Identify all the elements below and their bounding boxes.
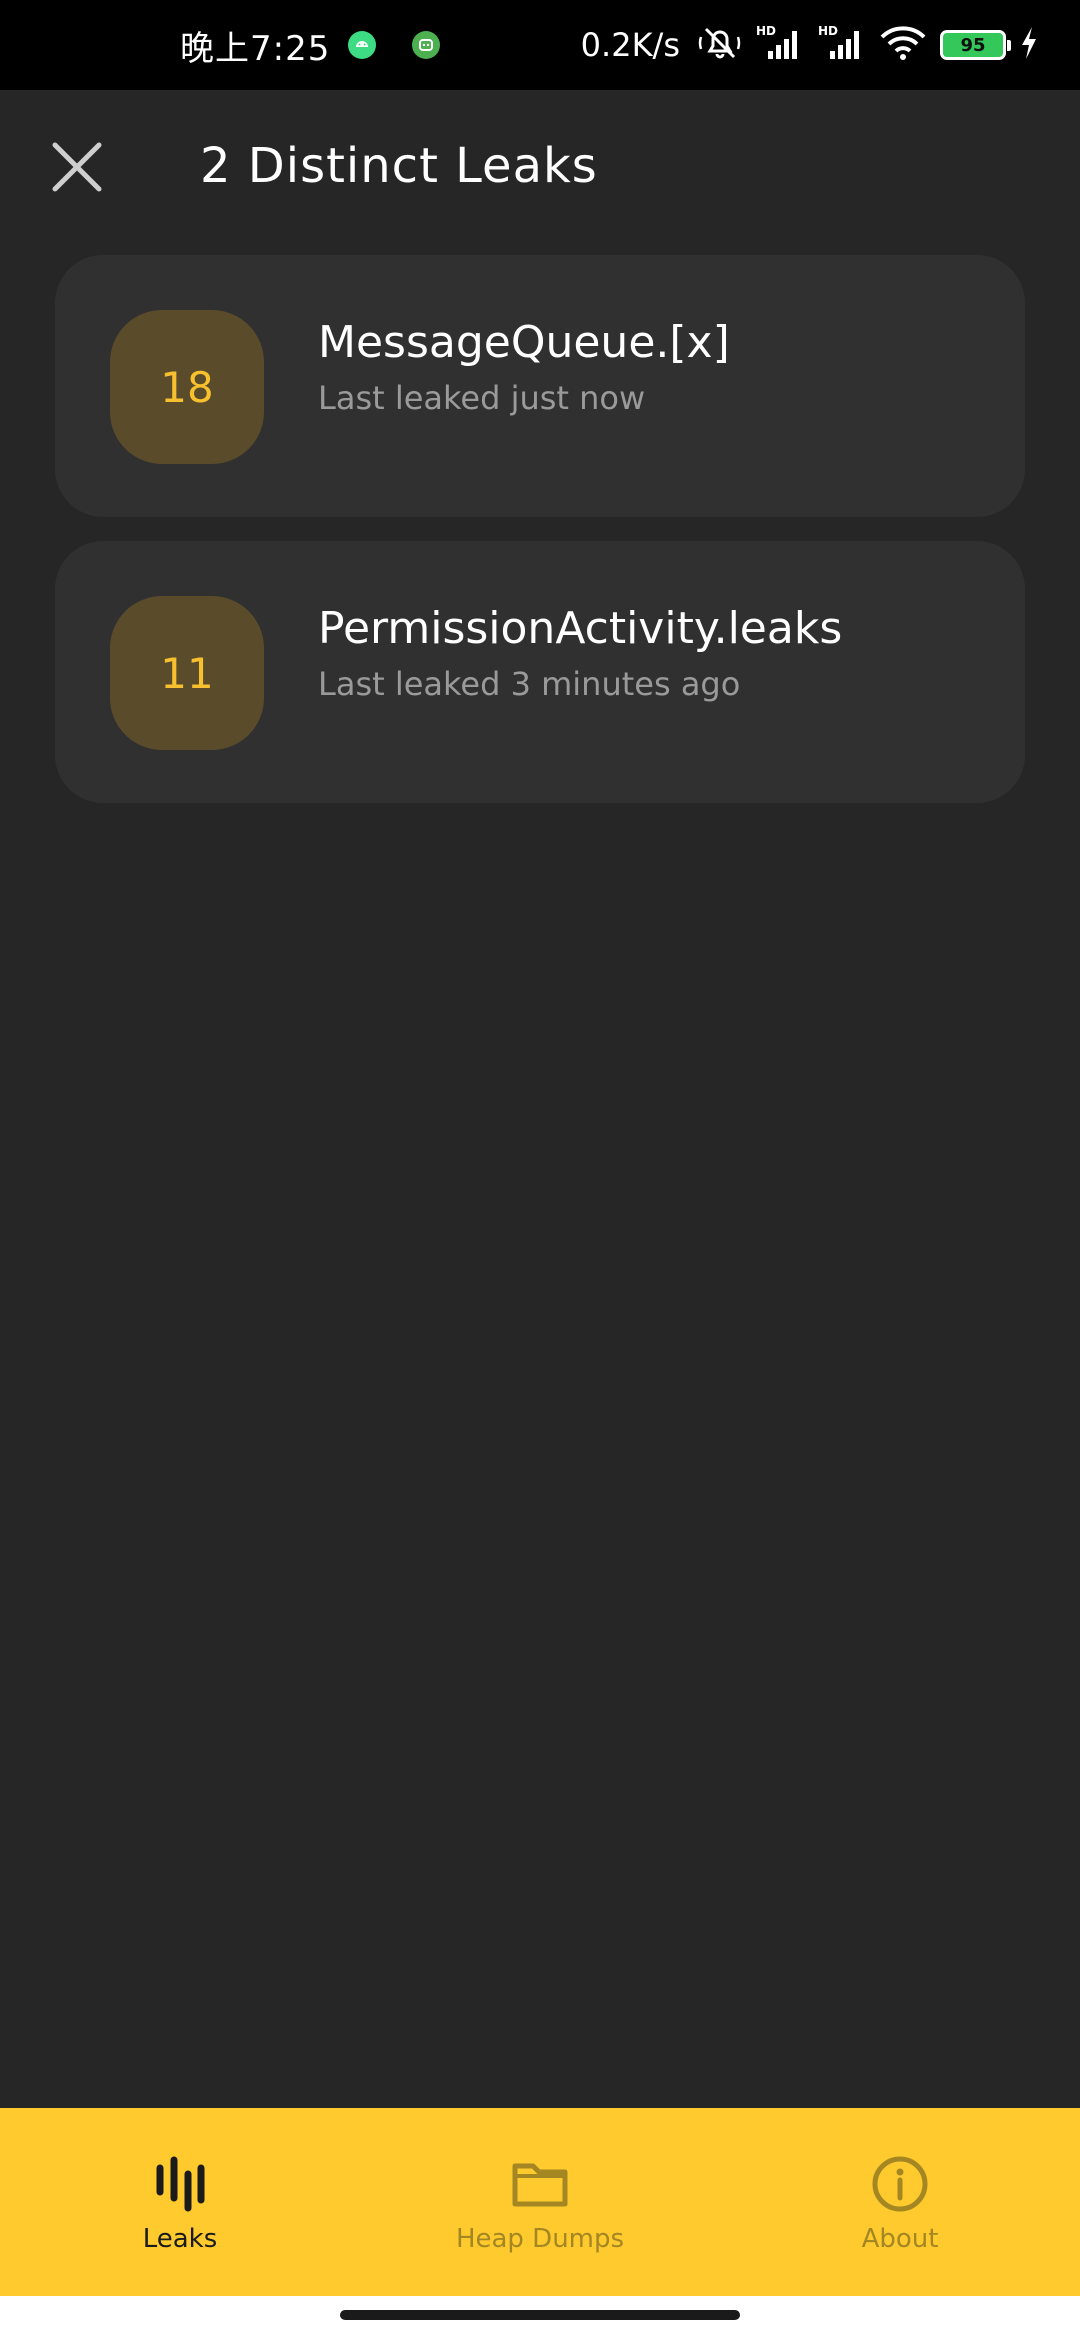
hd-signal-icon: HD bbox=[816, 23, 866, 67]
app-icon bbox=[412, 31, 441, 59]
leak-subtitle: Last leaked just now bbox=[318, 379, 646, 417]
close-button[interactable] bbox=[40, 130, 114, 204]
nav-label-heap-dumps: Heap Dumps bbox=[455, 2224, 625, 2254]
svg-text:HD: HD bbox=[818, 24, 838, 38]
leak-row[interactable]: 18 MessageQueue.[x] Last leaked just now bbox=[55, 255, 1025, 517]
nav-label-leaks: Leaks bbox=[142, 2224, 218, 2254]
leak-count-badge: 18 bbox=[110, 310, 264, 464]
mute-icon bbox=[698, 23, 742, 67]
close-icon bbox=[52, 142, 102, 192]
bottom-navigation: Leaks Heap Dumps About bbox=[0, 2108, 1080, 2296]
nav-item-heap-dumps[interactable]: Heap Dumps bbox=[360, 2108, 720, 2296]
folder-icon bbox=[510, 2154, 570, 2214]
leak-list: 18 MessageQueue.[x] Last leaked just now… bbox=[55, 255, 1025, 827]
leak-row[interactable]: 11 PermissionActivity.leaks Last leaked … bbox=[55, 541, 1025, 803]
nav-item-about[interactable]: About bbox=[720, 2108, 1080, 2296]
page-title: 2 Distinct Leaks bbox=[200, 138, 598, 194]
status-time: 晚上7:25 bbox=[180, 28, 331, 69]
battery-level: 95 bbox=[960, 34, 986, 56]
nav-item-leaks[interactable]: Leaks bbox=[0, 2108, 360, 2296]
info-icon bbox=[870, 2154, 930, 2214]
hd-signal-icon: HD bbox=[754, 23, 804, 67]
home-gesture-handle[interactable] bbox=[340, 2310, 740, 2320]
leaks-screen: 晚上7:25 0.2K/s HD HD 95 2 Distinct Leaks … bbox=[0, 0, 1080, 2340]
app-bar: 2 Distinct Leaks bbox=[0, 90, 1080, 245]
status-left: 晚上7:25 bbox=[180, 0, 441, 90]
leak-title: PermissionActivity.leaks bbox=[318, 603, 843, 654]
android-icon bbox=[348, 31, 377, 59]
wifi-icon bbox=[878, 23, 928, 67]
charging-icon bbox=[1018, 25, 1040, 65]
leak-title: MessageQueue.[x] bbox=[318, 317, 730, 368]
leak-count-badge: 11 bbox=[110, 596, 264, 750]
svg-text:HD: HD bbox=[756, 24, 776, 38]
nav-label-about: About bbox=[861, 2224, 939, 2254]
gesture-area bbox=[0, 2296, 1080, 2340]
leak-subtitle: Last leaked 3 minutes ago bbox=[318, 665, 741, 703]
net-speed: 0.2K/s bbox=[580, 26, 680, 64]
leaks-icon bbox=[150, 2154, 210, 2214]
status-bar: 晚上7:25 0.2K/s HD HD 95 bbox=[0, 0, 1080, 90]
battery-icon: 95 bbox=[940, 30, 1011, 60]
status-right: 0.2K/s HD HD 95 bbox=[581, 0, 1040, 90]
